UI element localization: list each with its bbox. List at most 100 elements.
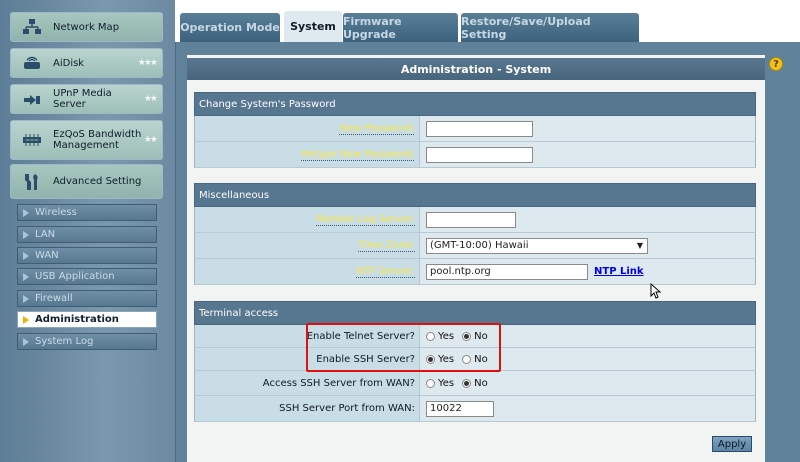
password-section: Change System's Password New Password: R… [194, 92, 756, 168]
tab-firmware-upgrade[interactable]: Firmware Upgrade [343, 13, 458, 42]
new-password-label[interactable]: New Password: [195, 116, 420, 141]
telnet-row: Enable Telnet Server? Yes No [194, 325, 756, 348]
radio-label: No [474, 377, 488, 389]
submenu-administration[interactable]: Administration [17, 311, 157, 328]
ssh-wan-radio-group: Yes No [426, 378, 496, 389]
submenu-lan[interactable]: LAN [17, 226, 157, 243]
remote-log-field[interactable] [426, 211, 516, 228]
ssh-port-row: SSH Server Port from WAN: 10022 [194, 396, 756, 422]
menu-aidisk[interactable]: AiDisk ★★★ [10, 48, 163, 78]
section-heading: Miscellaneous [194, 183, 756, 207]
panel-title: Administration - System [187, 58, 765, 80]
submenu-system-log[interactable]: System Log [17, 333, 157, 350]
time-zone-label[interactable]: Time Zone: [195, 233, 420, 258]
row-value: Yes No [420, 325, 755, 347]
telnet-yes-radio[interactable] [426, 331, 435, 341]
menu-ezqos[interactable]: EzQoS Bandwidth Management ★★ [10, 120, 163, 160]
new-password-row: New Password: [194, 116, 756, 142]
ssh-yes-radio[interactable] [426, 354, 435, 364]
sparkle-icon: ★★★ [137, 58, 158, 68]
menu-label: Advanced Setting [53, 176, 142, 187]
aidisk-icon [21, 54, 43, 72]
menu-network-map[interactable]: Network Map [10, 12, 163, 42]
help-icon[interactable]: ? [769, 57, 783, 71]
submenu-firewall[interactable]: Firewall [17, 290, 157, 307]
ssh-wan-no-radio[interactable] [462, 378, 472, 388]
row-value [420, 142, 755, 167]
ssh-radio-group: Yes No [426, 354, 496, 365]
menu-upnp-media-server[interactable]: UPnP Media Server ★★ [10, 84, 163, 114]
tools-icon [21, 173, 43, 191]
row-value [420, 116, 755, 141]
ssh-row: Enable SSH Server? Yes No [194, 348, 756, 371]
menu-label: EzQoS Bandwidth Management [53, 129, 142, 151]
section-heading: Change System's Password [194, 92, 756, 116]
tab-operation-mode[interactable]: Operation Mode [180, 13, 280, 42]
row-value [420, 207, 755, 232]
ntp-server-label[interactable]: NTP Server: [195, 259, 420, 284]
ntp-server-row: NTP Server: pool.ntp.org NTP Link [194, 259, 756, 285]
arrow-right-icon [23, 230, 29, 239]
ssh-port-field[interactable]: 10022 [426, 400, 494, 417]
tab-system[interactable]: System [284, 11, 342, 42]
submenu-wireless[interactable]: Wireless [17, 204, 157, 221]
row-value: 10022 [420, 396, 755, 421]
ssh-wan-yes-radio[interactable] [426, 378, 435, 388]
ssh-no-radio[interactable] [462, 354, 472, 364]
ntp-link[interactable]: NTP Link [594, 266, 644, 277]
tab-label: Restore/Save/Upload Setting [461, 14, 591, 41]
arrow-right-icon [23, 294, 29, 303]
radio-label: No [474, 353, 488, 365]
retype-password-field[interactable] [426, 146, 533, 163]
menu-label: Network Map [53, 21, 120, 33]
telnet-radio-group: Yes No [426, 331, 496, 342]
radio-label: Yes [438, 330, 455, 342]
dropdown-arrow-icon: ▼ [636, 241, 643, 250]
media-server-icon [21, 90, 43, 108]
tab-restore-save-upload[interactable]: Restore/Save/Upload Setting [461, 13, 639, 42]
submenu-usb-application[interactable]: USB Application [17, 268, 157, 285]
sparkle-icon: ★★ [143, 94, 158, 104]
telnet-label: Enable Telnet Server? [195, 325, 420, 347]
time-zone-select[interactable]: (GMT-10:00) Hawaii ▼ [426, 237, 648, 254]
time-zone-row: Time Zone: (GMT-10:00) Hawaii ▼ [194, 233, 756, 259]
ssh-label: Enable SSH Server? [195, 348, 420, 370]
submenu-label: LAN [35, 229, 56, 240]
arrow-right-icon [23, 337, 29, 346]
remote-log-row: Remote Log Server: [194, 207, 756, 233]
arrow-right-icon [23, 208, 29, 217]
submenu-label: Wireless [35, 207, 77, 218]
tab-label: Firmware Upgrade [343, 14, 402, 41]
menu-label: AiDisk [53, 57, 85, 69]
row-value: Yes No [420, 371, 755, 395]
submenu-label: Administration [35, 314, 119, 325]
retype-password-label[interactable]: Retype New Password: [195, 142, 420, 167]
row-value: Yes No [420, 348, 755, 370]
new-password-field[interactable] [426, 120, 533, 137]
arrow-right-icon [23, 251, 29, 260]
mouse-cursor-icon [650, 283, 662, 299]
tab-bar: Operation Mode System Firmware Upgrade R… [175, 0, 800, 42]
ssh-wan-row: Access SSH Server from WAN? Yes No [194, 371, 756, 396]
sparkle-icon: ★★ [143, 135, 158, 145]
ntp-server-field[interactable]: pool.ntp.org [426, 263, 588, 280]
menu-advanced-setting[interactable]: Advanced Setting [10, 164, 163, 199]
retype-password-row: Retype New Password: [194, 142, 756, 168]
remote-log-label[interactable]: Remote Log Server: [195, 207, 420, 232]
qos-icon [21, 131, 43, 149]
apply-button[interactable]: Apply [712, 436, 752, 452]
tab-label: Operation Mode [180, 21, 280, 34]
submenu-wan[interactable]: WAN [17, 247, 157, 264]
radio-label: Yes [438, 377, 455, 389]
telnet-no-radio[interactable] [462, 331, 472, 341]
submenu-label: USB Application [35, 271, 115, 282]
arrow-right-icon [23, 315, 29, 324]
radio-label: Yes [438, 353, 455, 365]
time-zone-value: (GMT-10:00) Hawaii [430, 240, 529, 251]
ssh-wan-label: Access SSH Server from WAN? [195, 371, 420, 395]
submenu-label: System Log [35, 336, 94, 347]
menu-label: UPnP Media Server [53, 88, 112, 110]
arrow-right-icon [23, 272, 29, 281]
row-value: pool.ntp.org NTP Link [420, 259, 755, 284]
submenu-label: Firewall [35, 293, 73, 304]
